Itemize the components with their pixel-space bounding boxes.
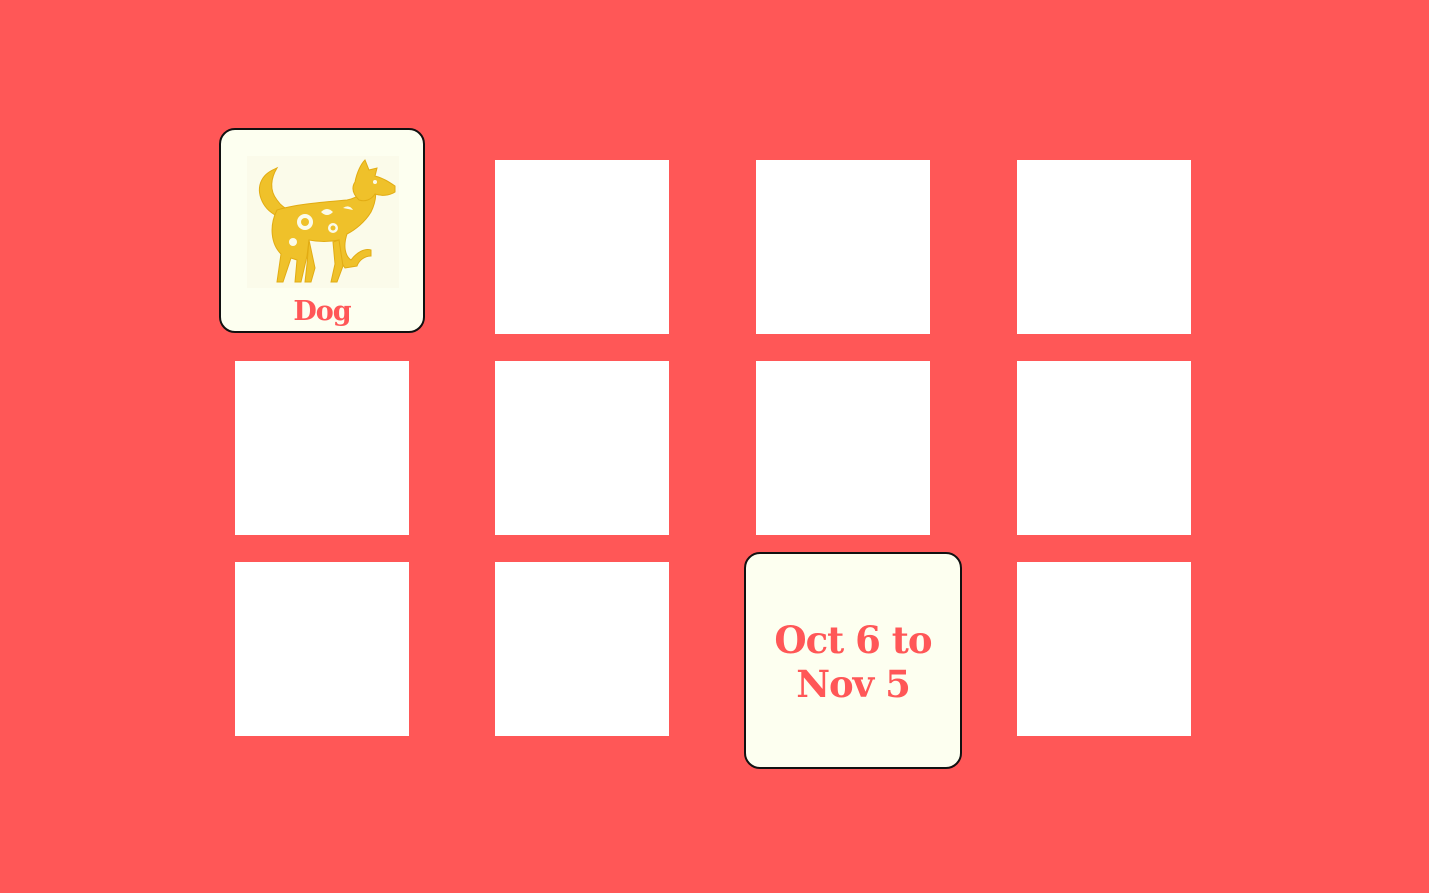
memory-card-hidden[interactable] <box>1017 361 1191 535</box>
card-label: Dog <box>293 296 351 327</box>
memory-card-hidden[interactable] <box>1017 562 1191 736</box>
memory-card-hidden[interactable] <box>495 361 669 535</box>
game-board: Dog Oct 6 to Nov 5 <box>0 0 1429 893</box>
dog-icon <box>247 156 399 288</box>
memory-card-hidden[interactable] <box>1017 160 1191 334</box>
memory-card-hidden[interactable] <box>235 562 409 736</box>
memory-card-dog[interactable]: Dog <box>219 128 425 333</box>
memory-card-hidden[interactable] <box>756 160 930 334</box>
memory-card-date[interactable]: Oct 6 to Nov 5 <box>744 552 962 769</box>
memory-card-hidden[interactable] <box>756 361 930 535</box>
memory-card-hidden[interactable] <box>235 361 409 535</box>
memory-card-hidden[interactable] <box>495 160 669 334</box>
memory-card-hidden[interactable] <box>495 562 669 736</box>
card-date-label: Oct 6 to Nov 5 <box>774 618 932 706</box>
